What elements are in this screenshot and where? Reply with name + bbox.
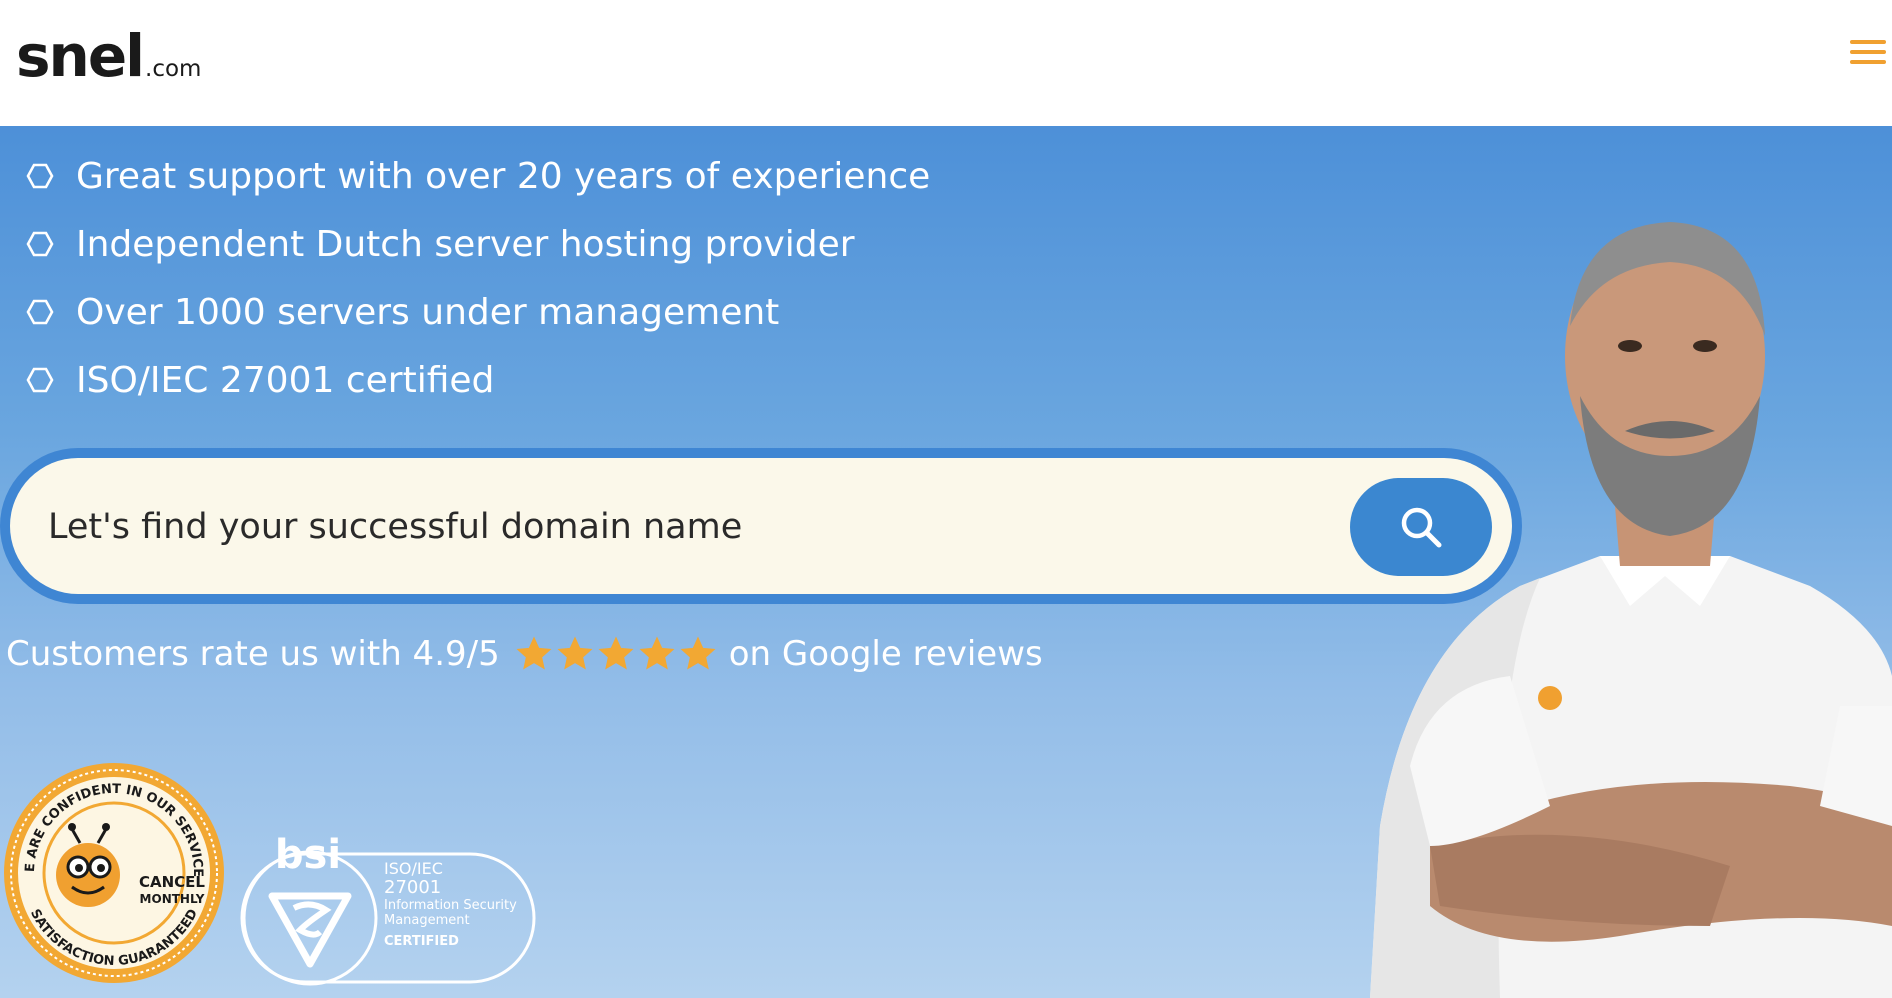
domain-search-inner — [10, 458, 1512, 594]
hexagon-bullet-icon — [26, 231, 54, 257]
bsi-line-certified: CERTIFIED — [384, 933, 459, 949]
support-person-image — [1370, 222, 1892, 998]
feature-item: Over 1000 servers under management — [26, 278, 930, 346]
bsi-line-infosec: Information Security — [384, 898, 517, 914]
hamburger-menu-icon[interactable] — [1850, 40, 1886, 68]
bsi-line-management: Management — [384, 913, 470, 929]
star-icon — [680, 636, 716, 670]
domain-search-box — [0, 448, 1522, 604]
badge-center-line1: CANCEL — [139, 873, 205, 891]
hexagon-bullet-icon — [26, 299, 54, 325]
badge-center-line2: MONTHLY — [140, 892, 205, 906]
feature-list: Great support with over 20 years of expe… — [26, 142, 930, 414]
snel-logo[interactable]: snel .com — [16, 22, 201, 90]
star-icon — [557, 636, 593, 670]
bsi-certification-text: ISO/IEC 27001 Information Security Manag… — [384, 859, 517, 950]
feature-item: Great support with over 20 years of expe… — [26, 142, 930, 210]
bsi-logo-text: bsi — [275, 832, 341, 878]
hero-section: Great support with over 20 years of expe… — [0, 126, 1892, 998]
feature-text: Great support with over 20 years of expe… — [76, 155, 931, 197]
bsi-line-number: 27001 — [384, 877, 442, 899]
star-icon — [639, 636, 675, 670]
hexagon-bullet-icon — [26, 367, 54, 393]
logo-tld-text: .com — [145, 56, 202, 82]
site-header: snel .com — [0, 0, 1892, 126]
star-icon — [598, 636, 634, 670]
rating-suffix: on Google reviews — [728, 634, 1043, 674]
cancel-monthly-badge: WE ARE CONFIDENT IN OUR SERVICES SATISFA… — [0, 759, 224, 983]
bsi-iso-badge: bsi ISO/IEC 27001 Information Security M… — [238, 826, 538, 986]
rating-stars — [514, 634, 719, 674]
feature-text: Over 1000 servers under management — [76, 291, 780, 333]
hexagon-bullet-icon — [26, 163, 54, 189]
domain-search-input[interactable] — [48, 492, 1328, 562]
logo-main-text: snel — [16, 22, 145, 90]
rating-prefix: Customers rate us with 4.9/5 — [6, 634, 500, 674]
google-rating: Customers rate us with 4.9/5 on Google r… — [6, 634, 1043, 674]
feature-text: Independent Dutch server hosting provide… — [76, 223, 855, 265]
star-icon — [516, 636, 552, 670]
kitemark-icon — [268, 892, 352, 968]
feature-item: ISO/IEC 27001 certified — [26, 346, 930, 414]
bsi-line-iso: ISO/IEC — [384, 859, 443, 878]
feature-item: Independent Dutch server hosting provide… — [26, 210, 930, 278]
feature-text: ISO/IEC 27001 certified — [76, 359, 495, 401]
